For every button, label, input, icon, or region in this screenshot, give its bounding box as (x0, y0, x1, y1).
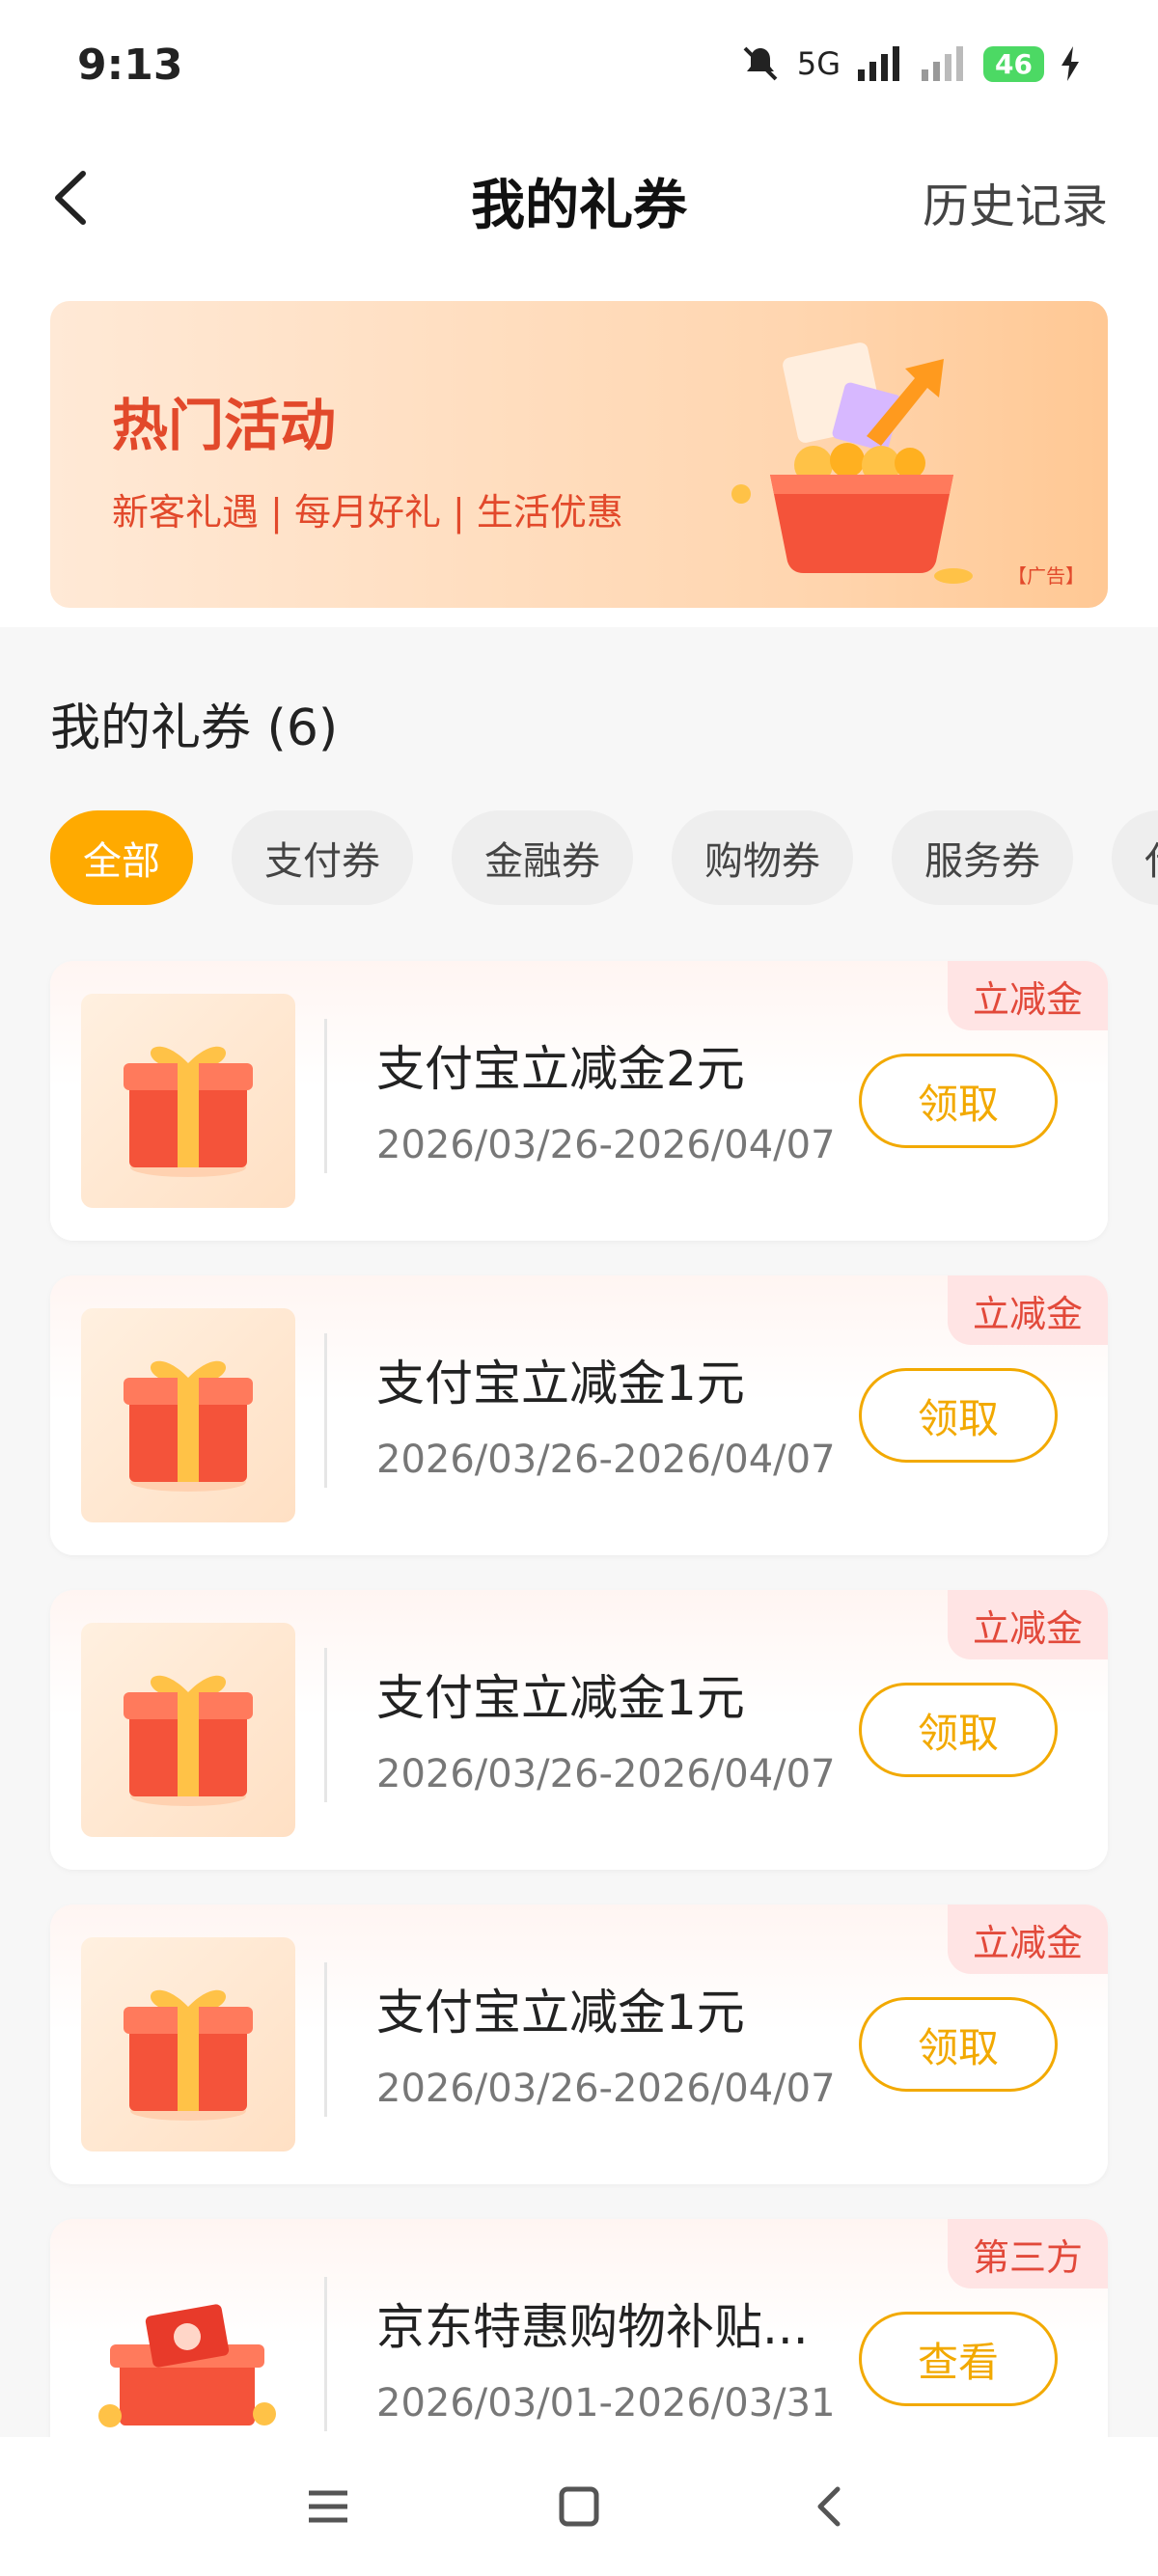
ad-label: 【广告】 (1007, 564, 1085, 588)
system-nav-bar (0, 2437, 1158, 2576)
status-time: 9:13 (77, 41, 183, 90)
treasure-basket-icon (731, 343, 973, 584)
coupon-date: 2026/03/26-2026/04/07 (376, 1123, 836, 1167)
gift-box-icon (81, 1308, 295, 1522)
card-divider (324, 1648, 327, 1802)
tab-finance[interactable]: 金融券 (452, 810, 633, 905)
coupon-date: 2026/03/26-2026/04/07 (376, 1752, 836, 1796)
coupon-title: 支付宝立减金1元 (376, 1670, 745, 1726)
coupon-tag: 第三方 (947, 2219, 1108, 2288)
card-divider (324, 1019, 327, 1173)
coupon-title: 支付宝立减金2元 (376, 1041, 745, 1097)
card-divider (324, 2277, 327, 2431)
home-icon[interactable] (550, 2478, 608, 2535)
signal-weak-icon (922, 46, 964, 81)
claim-button[interactable]: 领取 (859, 1997, 1058, 2092)
coupon-card[interactable]: 支付宝立减金1元 2026/03/26-2026/04/07 立减金 领取 (50, 1590, 1108, 1870)
section-title: 我的礼券 (6) (50, 699, 339, 757)
status-icons: 5G 46 (739, 42, 1081, 85)
banner-title: 热门活动 (112, 393, 337, 458)
card-divider (324, 1333, 327, 1488)
card-divider (324, 1962, 327, 2117)
coupon-tag: 立减金 (947, 961, 1108, 1030)
promo-banner[interactable]: 热门活动 新客礼遇 | 每月好礼 | 生活优惠 【广告】 (50, 301, 1108, 608)
signal-icon (858, 46, 900, 81)
view-button[interactable]: 查看 (859, 2312, 1058, 2406)
network-label: 5G (796, 45, 841, 82)
gift-box-icon (81, 994, 295, 1208)
tab-shopping[interactable]: 购物券 (672, 810, 853, 905)
banner-subtitle: 新客礼遇 | 每月好礼 | 生活优惠 (112, 491, 623, 534)
coupon-title: 京东特惠购物补贴... (376, 2299, 809, 2355)
tab-voucher[interactable]: 代 (1112, 810, 1158, 905)
charging-icon (1062, 46, 1079, 81)
gift-box-icon (81, 1623, 295, 1837)
claim-button[interactable]: 领取 (859, 1054, 1058, 1148)
gift-pile-icon (81, 2252, 295, 2466)
status-bar: 9:13 5G 46 (0, 0, 1158, 135)
coupon-card[interactable]: 支付宝立减金1元 2026/03/26-2026/04/07 立减金 领取 (50, 1905, 1108, 2184)
coupon-card[interactable]: 支付宝立减金2元 2026/03/26-2026/04/07 立减金 领取 (50, 961, 1108, 1241)
gift-box-icon (81, 1937, 295, 2151)
claim-button[interactable]: 领取 (859, 1368, 1058, 1463)
category-tabs: 全部 支付券 金融券 购物券 服务券 代 (50, 810, 1158, 905)
tab-all[interactable]: 全部 (50, 810, 193, 905)
coupon-date: 2026/03/26-2026/04/07 (376, 2067, 836, 2111)
banner-section: 热门活动 新客礼遇 | 每月好礼 | 生活优惠 【广告】 (0, 260, 1158, 627)
coupon-tag: 立减金 (947, 1275, 1108, 1345)
claim-button[interactable]: 领取 (859, 1683, 1058, 1777)
coupon-title: 支付宝立减金1元 (376, 1985, 745, 2041)
history-link[interactable]: 历史记录 (923, 168, 1108, 235)
coupon-date: 2026/03/26-2026/04/07 (376, 1438, 836, 1482)
coupon-tag: 立减金 (947, 1905, 1108, 1974)
coupon-title: 支付宝立减金1元 (376, 1356, 745, 1411)
back-icon[interactable] (801, 2478, 859, 2535)
battery-level: 46 (983, 45, 1044, 82)
coupon-date: 2026/03/01-2026/03/31 (376, 2381, 836, 2425)
tab-service[interactable]: 服务券 (892, 810, 1073, 905)
coupon-card[interactable]: 支付宝立减金1元 2026/03/26-2026/04/07 立减金 领取 (50, 1275, 1108, 1555)
nav-bar: 我的礼券 历史记录 (0, 135, 1158, 260)
menu-icon[interactable] (299, 2478, 357, 2535)
mute-bell-icon (743, 46, 778, 81)
tab-payment[interactable]: 支付券 (232, 810, 413, 905)
coupon-tag: 立减金 (947, 1590, 1108, 1659)
